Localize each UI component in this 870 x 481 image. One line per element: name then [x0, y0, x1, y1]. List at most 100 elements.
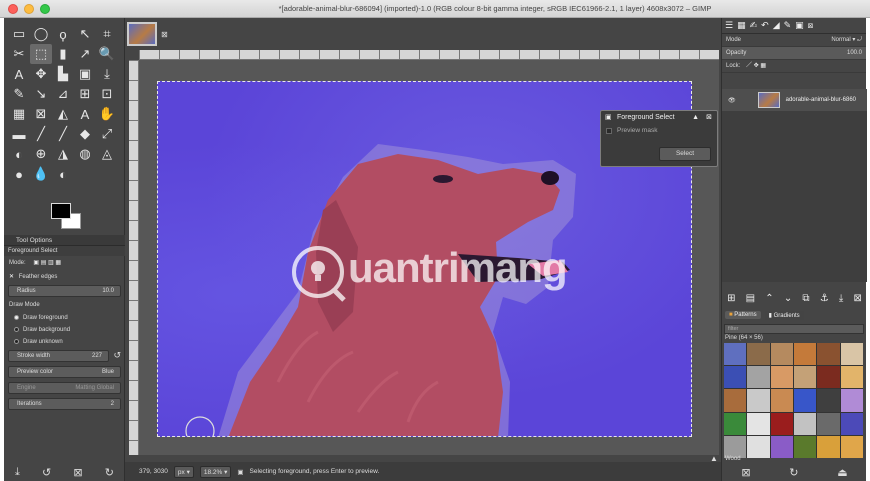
tool-button-icon[interactable]: 💧	[30, 164, 52, 184]
tool-button-icon[interactable]: ●	[8, 164, 30, 184]
edit-pattern-icon[interactable]: ⊠	[741, 466, 750, 479]
tool-button-icon[interactable]: ◭	[52, 104, 74, 124]
tool-button-icon[interactable]: ⤢	[96, 124, 118, 144]
merge-layer-icon[interactable]: ⤓	[839, 293, 843, 304]
close-tab-icon[interactable]: ⊠	[161, 30, 168, 39]
radio-icon[interactable]	[14, 326, 19, 332]
tool-button-icon[interactable]: ╱	[30, 124, 52, 144]
tool-button-icon[interactable]: ◯	[30, 24, 52, 44]
tool-button-icon[interactable]: ⊡	[96, 84, 118, 104]
draw-mode-background[interactable]: Draw background	[4, 324, 125, 336]
images-tab-icon[interactable]: ▣	[795, 20, 804, 31]
close-window-button[interactable]	[8, 4, 18, 14]
undo-tab-icon[interactable]: ↶	[761, 20, 769, 31]
pattern-swatch[interactable]	[770, 343, 793, 366]
tool-button-icon[interactable]: ▦	[8, 104, 30, 124]
tool-button-icon[interactable]: ⊠	[30, 104, 52, 124]
tool-button-icon[interactable]: ϙ	[52, 24, 74, 44]
tool-button-icon[interactable]: ◮	[52, 144, 74, 164]
pattern-swatch[interactable]	[840, 389, 863, 412]
paths-tab-icon[interactable]: ✍	[750, 20, 758, 31]
pattern-swatch[interactable]	[817, 343, 840, 366]
foreground-color-swatch[interactable]	[51, 203, 71, 219]
pattern-swatch[interactable]	[840, 343, 863, 366]
image-tab-thumbnail[interactable]	[127, 22, 157, 46]
select-button[interactable]: Select	[659, 147, 711, 161]
pattern-swatch[interactable]	[794, 343, 817, 366]
layers-tab-icon[interactable]: ☰	[725, 20, 733, 31]
reset-icon[interactable]: ↺	[113, 348, 121, 362]
tool-button-icon[interactable]: ◐	[52, 164, 74, 184]
pattern-swatch[interactable]	[747, 412, 770, 435]
pattern-swatch[interactable]	[794, 389, 817, 412]
pattern-swatch[interactable]	[840, 412, 863, 435]
tool-button-icon[interactable]: ▮	[52, 44, 74, 64]
tool-button-icon[interactable]: 🔍	[96, 44, 118, 64]
tool-button-icon[interactable]: ⊿	[52, 84, 74, 104]
preview-mask-checkbox[interactable]	[606, 128, 612, 134]
channels-tab-icon[interactable]: ▦	[737, 20, 746, 31]
anchor-layer-icon[interactable]: ⚓	[820, 293, 829, 304]
pattern-swatch[interactable]	[770, 435, 793, 458]
pattern-swatch[interactable]	[817, 412, 840, 435]
pattern-swatch[interactable]	[794, 435, 817, 458]
tool-button-icon[interactable]: ✋	[96, 104, 118, 124]
new-group-icon[interactable]: ▤	[746, 293, 755, 304]
pattern-swatch[interactable]	[724, 389, 747, 412]
tool-button-icon[interactable]: A	[8, 64, 30, 84]
pattern-swatch[interactable]	[724, 412, 747, 435]
feather-checkbox-icon[interactable]: ✕	[9, 274, 14, 280]
pencil-tab-icon[interactable]: ✎	[784, 20, 792, 31]
dock-close-icon[interactable]: ⊠	[808, 22, 814, 30]
tool-button-icon[interactable]: ✂	[8, 44, 30, 64]
reset-options-icon[interactable]: ↻	[105, 466, 114, 479]
tool-button-icon[interactable]: ▭	[8, 24, 30, 44]
tool-button-icon[interactable]: ⌗	[96, 24, 118, 44]
tool-button-icon[interactable]: ⬚	[30, 44, 52, 64]
visibility-eye-icon[interactable]: 👁	[728, 97, 736, 104]
tool-button-icon[interactable]: A	[74, 104, 96, 124]
minimize-window-button[interactable]	[24, 4, 34, 14]
pattern-swatch[interactable]	[724, 435, 747, 458]
tool-button-icon[interactable]: ▬	[8, 124, 30, 144]
canvas-viewport[interactable]: uantrimang ▣ Foreground Select ▲ ⊠ Previ…	[139, 60, 719, 455]
open-as-image-icon[interactable]: ⏏	[837, 466, 847, 479]
restore-options-icon[interactable]: ↺	[42, 466, 51, 479]
tool-button-icon[interactable]: ▙	[52, 64, 74, 84]
feather-row[interactable]: ✕ Feather edges	[4, 270, 125, 284]
maximize-window-button[interactable]	[40, 4, 50, 14]
pattern-swatch[interactable]	[794, 366, 817, 389]
pattern-swatch[interactable]	[747, 389, 770, 412]
lock-buttons-icon[interactable]: ／ ✥ ▦	[746, 63, 766, 69]
tool-button-icon[interactable]: ⊞	[74, 84, 96, 104]
tool-button-icon[interactable]: ◍	[74, 144, 96, 164]
radio-icon[interactable]	[14, 314, 19, 320]
tool-button-icon[interactable]: ◐	[8, 144, 30, 164]
gradients-tab[interactable]: ▮ Gradients	[764, 310, 804, 320]
brushes-tab-icon[interactable]: ◢	[773, 20, 780, 31]
refresh-patterns-icon[interactable]: ↻	[789, 466, 798, 479]
tool-button-icon[interactable]: ▣	[74, 64, 96, 84]
pattern-swatch[interactable]	[817, 435, 840, 458]
stroke-width-field[interactable]: Stroke width 227	[8, 350, 109, 362]
pattern-swatch[interactable]	[747, 366, 770, 389]
pattern-swatch[interactable]	[770, 412, 793, 435]
engine-select[interactable]: Engine Matting Global	[8, 382, 121, 394]
tool-button-icon[interactable]: ↖	[74, 24, 96, 44]
radio-icon[interactable]	[14, 338, 19, 344]
delete-layer-icon[interactable]: ⊠	[853, 293, 861, 304]
fg-bg-colors[interactable]	[47, 201, 83, 231]
opacity-row[interactable]: Opacity 100.0	[722, 47, 866, 60]
delete-options-icon[interactable]: ⊠	[73, 466, 82, 479]
pattern-swatch[interactable]	[840, 366, 863, 389]
layer-row[interactable]: 👁 adorable-animal-blur-6860	[722, 89, 867, 111]
pattern-swatch[interactable]	[770, 389, 793, 412]
pattern-swatch[interactable]	[840, 435, 863, 458]
raise-layer-icon[interactable]: ⌃	[765, 293, 773, 304]
dialog-close-icon[interactable]: ⊠	[706, 111, 712, 125]
pattern-swatch[interactable]	[794, 412, 817, 435]
mode-buttons[interactable]: ▣ ▤ ▥ ▦	[33, 260, 61, 266]
save-options-icon[interactable]: ⤓	[15, 466, 20, 479]
vertical-ruler[interactable]	[129, 60, 139, 455]
zoom-select[interactable]: 18.2% ▾	[199, 465, 232, 478]
